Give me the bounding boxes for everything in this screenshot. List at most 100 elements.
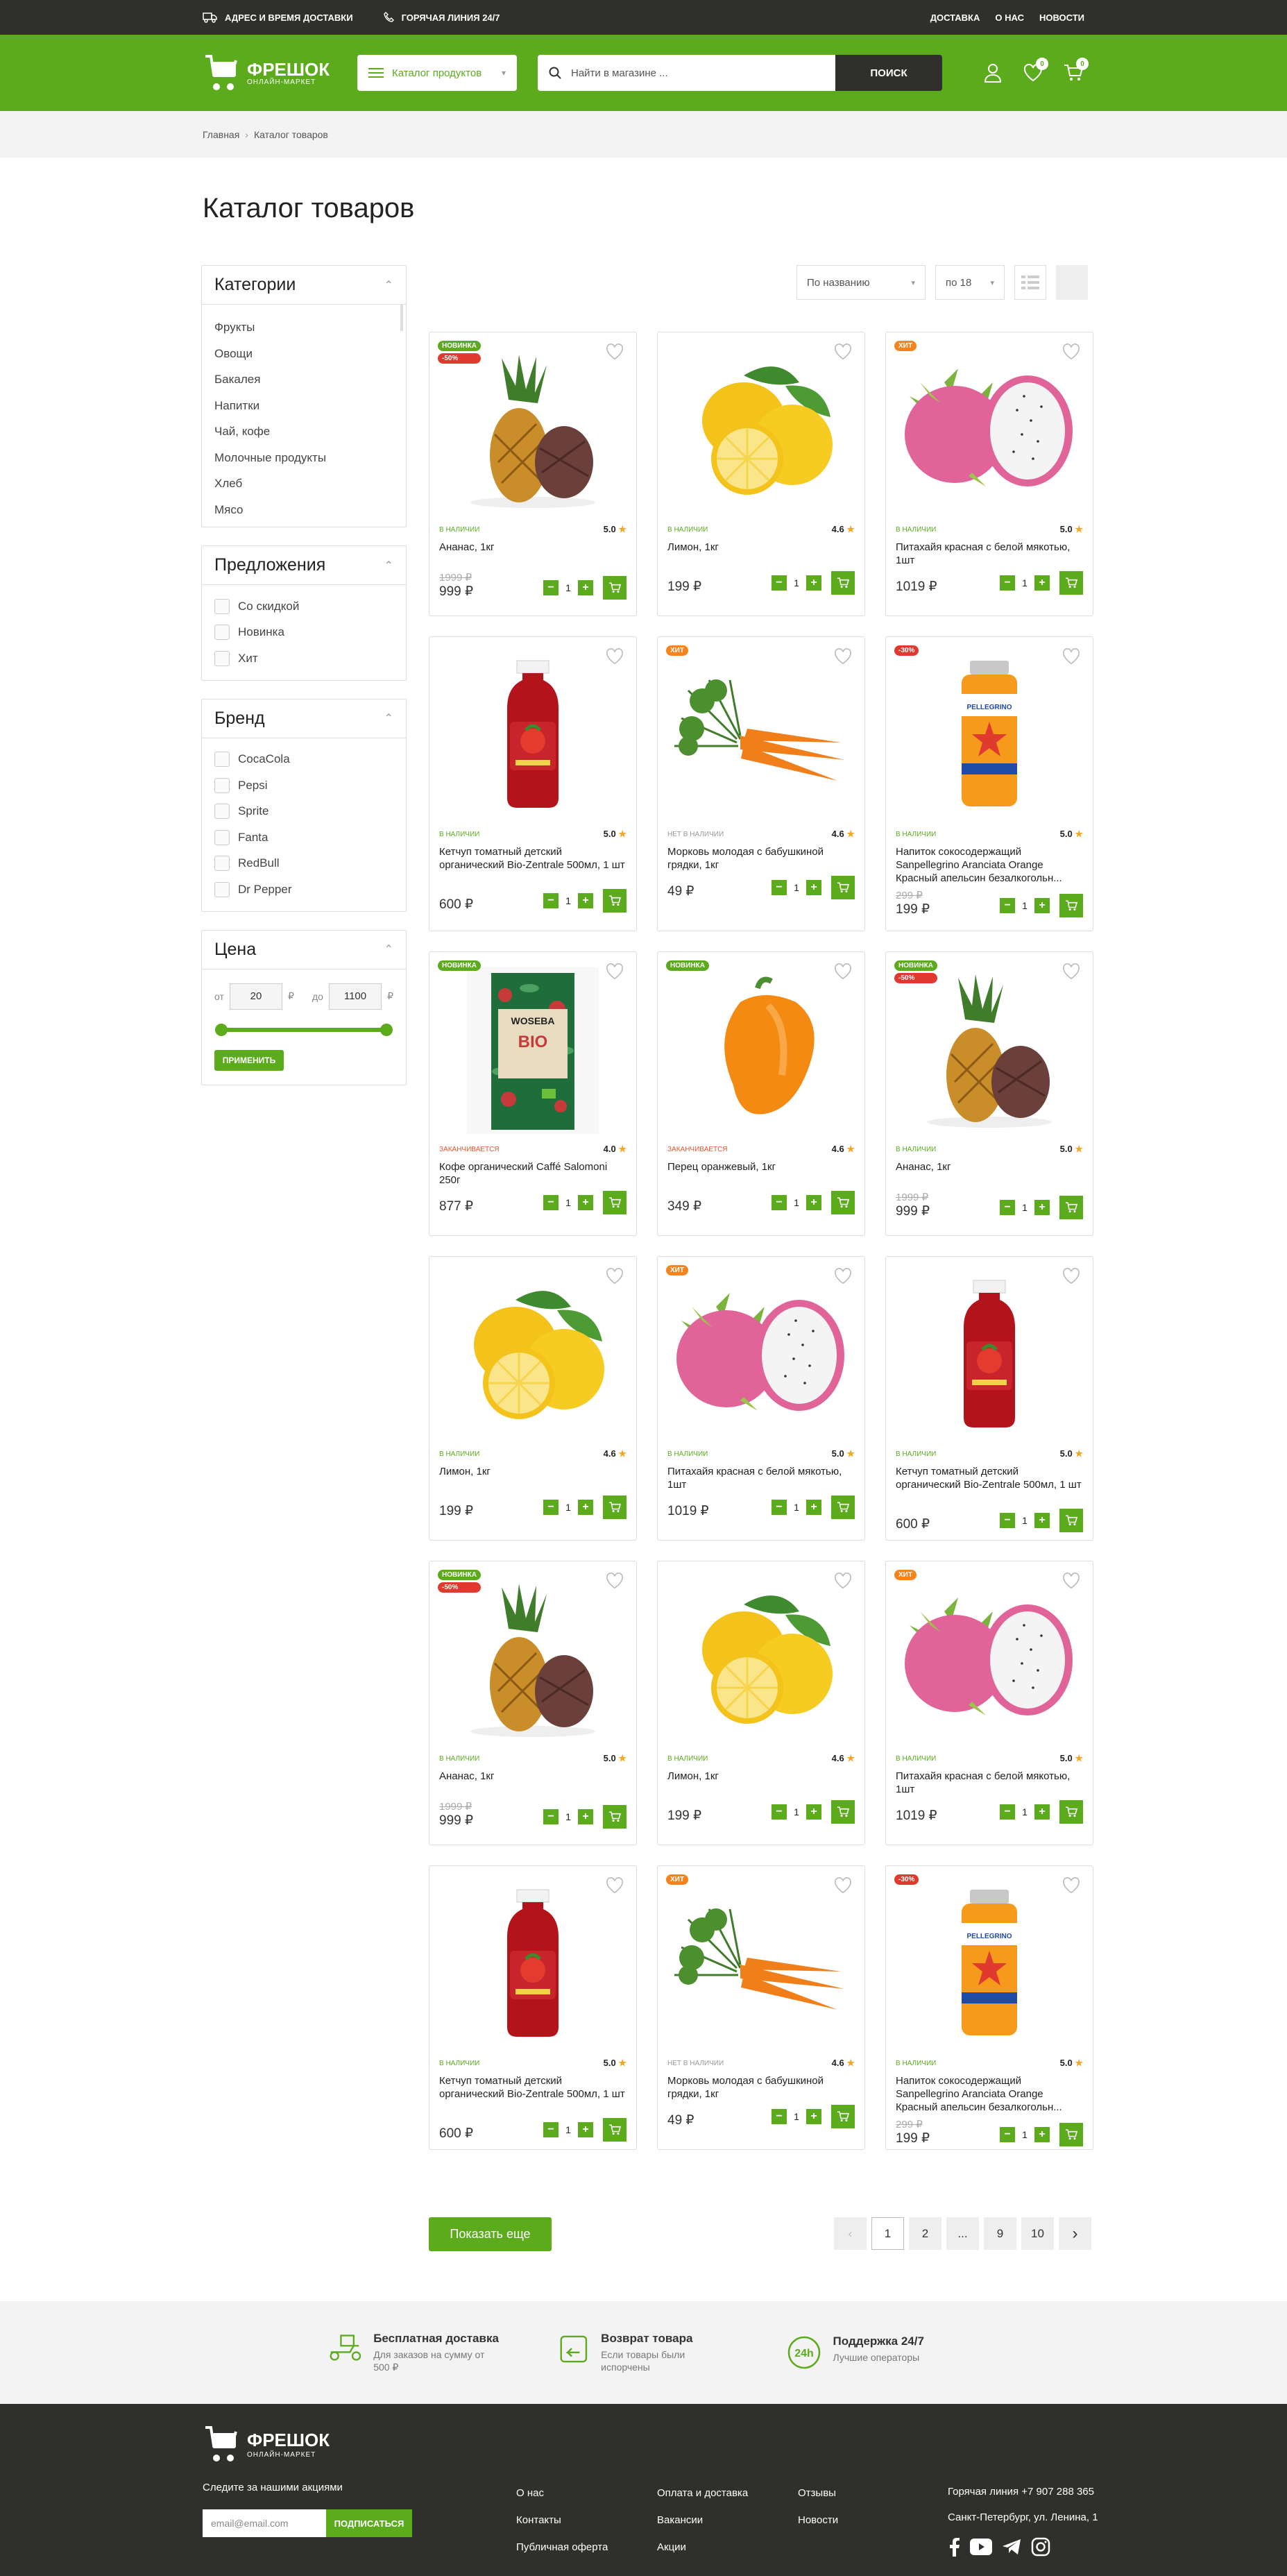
product-name[interactable]: Перец оранжевый, 1кг [667,1160,855,1187]
product-image[interactable]: PELLEGRINO [896,1874,1083,2055]
product-name[interactable]: Морковь молодая с бабушкиной грядки, 1кг [667,845,855,872]
plus-button[interactable]: + [1034,898,1050,913]
checkbox-box[interactable] [214,856,230,872]
product-card[interactable]: ХИТ В НАЛИЧИИ 5.0 ★ Питахайя красная с бело… [885,332,1093,616]
checkbox-box[interactable] [214,881,230,897]
minus-button[interactable]: − [772,1195,787,1210]
product-card[interactable]: В НАЛИЧИИ 4.6 ★ Лимон, 1кг 199 ₽ −1 + [657,1561,865,1845]
brand-checkbox[interactable]: Pepsi [214,772,393,799]
minus-button[interactable]: − [543,1500,559,1515]
price-max-input[interactable]: 1100 [328,983,382,1010]
offer-checkbox[interactable]: Новинка [214,620,393,646]
favorite-button[interactable] [1062,1268,1080,1288]
nav-news[interactable]: НОВОСТИ [1039,12,1084,23]
plus-button[interactable]: + [578,580,593,595]
product-name[interactable]: Питахайя красная с белой мякотью, 1шт [667,1465,855,1491]
cart-button[interactable]: 0 [1062,58,1089,84]
product-card[interactable]: В НАЛИЧИИ 5.0 ★ Кетчуп томатный детский ор… [429,1865,637,2150]
category-item[interactable]: Молочные продукты [214,445,393,471]
checkbox-box[interactable] [214,650,230,666]
list-view-toggle[interactable] [1014,265,1046,300]
page-button[interactable]: 9 [984,2217,1016,2250]
catalog-button[interactable]: Каталог продуктов ▾ [357,55,517,91]
product-image[interactable] [667,1874,855,2055]
footer-hotline[interactable]: Горячая линия +7 907 288 365 [948,2486,1098,2498]
plus-button[interactable]: + [578,2122,593,2137]
minus-button[interactable]: − [543,1195,559,1210]
category-item[interactable]: Мясо [214,497,393,523]
favorite-button[interactable] [606,963,624,983]
page-button[interactable]: 1 [871,2217,904,2250]
checkbox-box[interactable] [214,804,230,820]
add-to-cart-button[interactable] [1059,894,1083,917]
footer-link[interactable]: Контакты [516,2514,608,2526]
page-button[interactable]: 10 [1021,2217,1054,2250]
favorite-button[interactable] [834,344,852,364]
price-header[interactable]: Цена ⌃ [202,931,406,969]
product-image[interactable] [896,1265,1083,1446]
add-to-cart-button[interactable] [603,1805,627,1829]
facebook-icon[interactable] [948,2537,960,2557]
footer-link[interactable]: Отзывы [798,2487,838,2499]
show-more-button[interactable]: Показать еще [429,2217,552,2251]
favorite-button[interactable] [1062,1573,1080,1593]
checkbox-box[interactable] [214,829,230,845]
favorite-button[interactable] [1062,1877,1080,1897]
per-page-select[interactable]: по 18 ▾ [935,265,1005,300]
checkbox-box[interactable] [214,777,230,793]
brand-checkbox[interactable]: Sprite [214,799,393,825]
nav-delivery[interactable]: ДОСТАВКА [930,12,980,23]
add-to-cart-button[interactable] [603,2118,627,2142]
add-to-cart-button[interactable] [831,2105,855,2128]
product-card[interactable]: НОВИНКА -50% В НАЛИЧИИ 5.0 ★ Ананас, 1кг 1999… [429,1561,637,1845]
plus-button[interactable]: + [578,1195,593,1210]
product-image[interactable]: WOSEBA BIO [439,960,627,1141]
favorite-button[interactable] [606,1573,624,1593]
brand-checkbox[interactable]: Dr Pepper [214,876,393,903]
plus-button[interactable]: + [806,2109,821,2124]
add-to-cart-button[interactable] [1059,1509,1083,1532]
account-button[interactable] [982,62,1004,84]
product-name[interactable]: Кетчуп томатный детский органический Bio… [896,1465,1083,1505]
subscribe-button[interactable]: ПОДПИСАТЬСЯ [326,2509,412,2537]
add-to-cart-button[interactable] [1059,1196,1083,1219]
plus-button[interactable]: + [578,893,593,908]
product-card[interactable]: В НАЛИЧИИ 4.6 ★ Лимон, 1кг 199 ₽ −1 + [657,332,865,616]
minus-button[interactable]: − [772,1500,787,1515]
add-to-cart-button[interactable] [603,576,627,600]
brand-checkbox[interactable]: RedBull [214,851,393,877]
product-card[interactable]: НОВИНКА -50% В НАЛИЧИИ 5.0 ★ Ананас, 1кг 1999… [429,332,637,616]
footer-link[interactable]: Новости [798,2514,838,2526]
footer-link[interactable]: Вакансии [657,2514,748,2526]
product-card[interactable]: ХИТ В НАЛИЧИИ 5.0 ★ Питахайя красная с бело… [885,1561,1093,1845]
product-name[interactable]: Кофе органический Caffé Salomoni 250г [439,1160,627,1187]
search-input[interactable]: Найти в магазине ... [538,55,835,91]
favorites-button[interactable]: 0 [1022,58,1048,84]
plus-button[interactable]: + [806,1195,821,1210]
favorite-button[interactable] [834,1877,852,1897]
product-name[interactable]: Напиток сокосодержащий Sanpellegrino Ara… [896,2074,1083,2114]
product-image[interactable] [896,960,1083,1141]
product-name[interactable]: Морковь молодая с бабушкиной грядки, 1кг [667,2074,855,2101]
product-name[interactable]: Ананас, 1кг [439,1770,627,1796]
next-page-button[interactable]: › [1059,2217,1091,2250]
checkbox-box[interactable] [214,625,230,641]
plus-button[interactable]: + [578,1809,593,1824]
product-card[interactable]: В НАЛИЧИИ 4.6 ★ Лимон, 1кг 199 ₽ −1 + [429,1256,637,1541]
product-image[interactable] [439,645,627,826]
delivery-link[interactable]: АДРЕС И ВРЕМЯ ДОСТАВКИ [203,12,353,23]
plus-button[interactable]: + [1034,575,1050,591]
product-name[interactable]: Ананас, 1кг [896,1160,1083,1187]
breadcrumb-home[interactable]: Главная [203,129,239,140]
email-field[interactable]: email@email.com [203,2509,326,2537]
add-to-cart-button[interactable] [603,889,627,913]
checkbox-box[interactable] [214,598,230,614]
add-to-cart-button[interactable] [831,1495,855,1519]
product-image[interactable] [439,341,627,521]
favorite-button[interactable] [606,344,624,364]
instagram-icon[interactable] [1031,2537,1050,2557]
add-to-cart-button[interactable] [1059,2123,1083,2146]
product-name[interactable]: Питахайя красная с белой мякотью, 1шт [896,541,1083,567]
category-item[interactable]: Хлеб [214,471,393,497]
apply-filter-button[interactable]: ПРИМЕНИТЬ [214,1049,284,1071]
